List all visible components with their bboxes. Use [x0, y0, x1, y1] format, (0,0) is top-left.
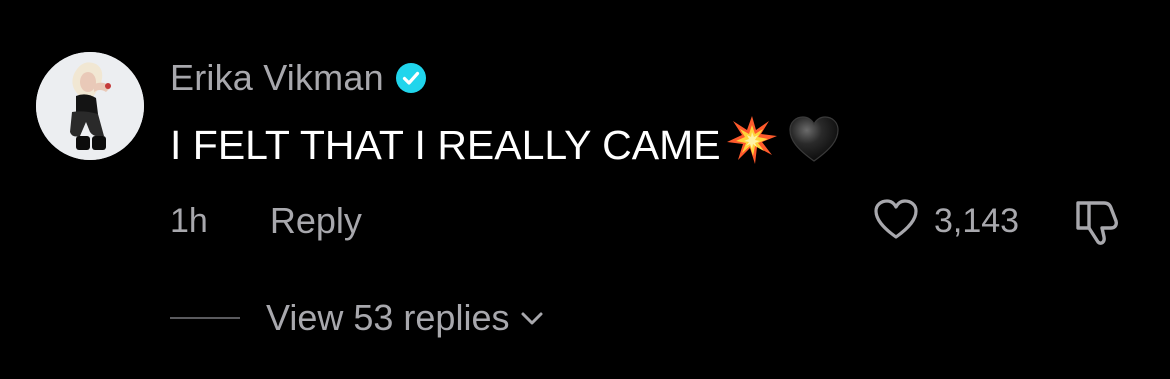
reply-button[interactable]: Reply [270, 200, 362, 242]
view-replies-label[interactable]: View 53 replies [266, 297, 509, 339]
comment-meta: 1h Reply [170, 196, 362, 246]
verified-badge-icon [395, 63, 426, 93]
view-replies-button[interactable]: View 53 replies [170, 294, 545, 342]
like-button[interactable]: 3,143 [872, 196, 1019, 246]
avatar[interactable] [36, 52, 144, 160]
black-heart-emoji-icon [787, 113, 841, 177]
like-count: 3,143 [934, 201, 1020, 240]
username[interactable]: Erika Vikman [170, 57, 384, 99]
timestamp: 1h [170, 201, 208, 240]
comment-body: I FELT THAT I REALLY CAME [170, 116, 841, 172]
thumbs-down-icon[interactable] [1072, 201, 1124, 251]
comment-item: Erika Vikman I FELT THAT I REALLY CAME 1… [0, 0, 1170, 379]
heart-outline-icon[interactable] [872, 197, 920, 246]
replies-divider [170, 317, 240, 319]
collision-emoji-icon [725, 113, 779, 177]
dislike-button[interactable] [1072, 197, 1124, 247]
username-row: Erika Vikman [170, 56, 426, 100]
chevron-down-icon[interactable] [519, 305, 545, 331]
comment-text: I FELT THAT I REALLY CAME [170, 121, 721, 168]
